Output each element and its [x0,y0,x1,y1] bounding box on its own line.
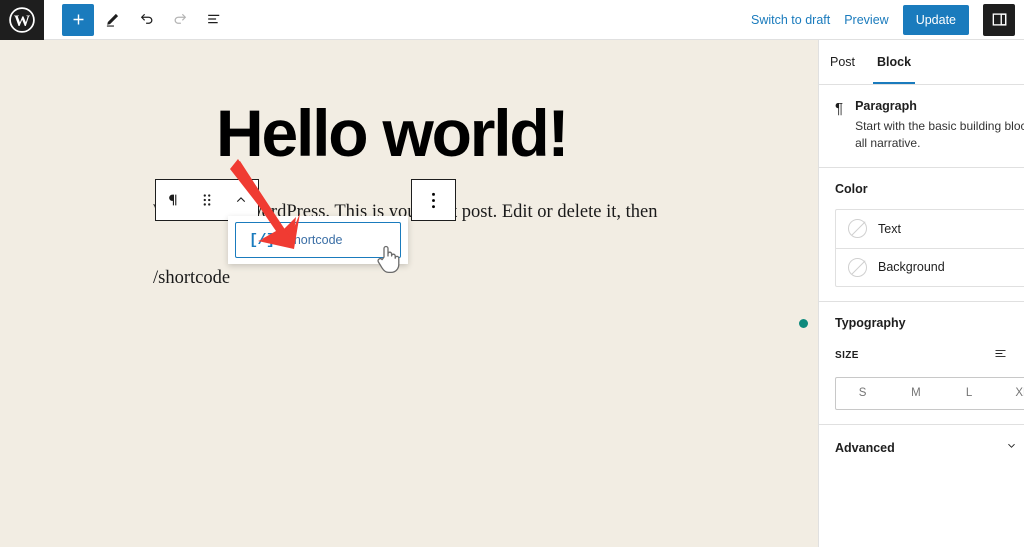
font-size-option-l-label: L [966,387,972,399]
font-size-option-xl-label: XL [1015,387,1024,399]
drag-dots-icon [200,192,214,208]
color-row-background[interactable]: Background [836,248,1024,286]
tab-post-label: Post [830,55,855,69]
list-view-icon [205,10,224,29]
custom-size-icon[interactable] [993,346,1008,366]
settings-sidebar-toggle[interactable] [983,4,1015,36]
font-size-option-m[interactable]: M [889,378,942,409]
paragraph-block-icon: ¶ [835,99,843,153]
list-view-button[interactable] [198,4,230,36]
typography-section: Typography SIZE S M L [819,302,1024,425]
block-card-section: ¶ Paragraph Start with the basic buildin… [819,85,1024,168]
redo-arrow-icon [171,10,190,29]
advanced-section-label: Advanced [835,441,895,455]
slash-command-text[interactable]: /shortcode [153,268,230,289]
text-color-swatch-icon [848,219,867,238]
color-options-list: Text Background [835,209,1024,287]
background-color-swatch-icon [848,258,867,277]
color-section: Color Text Background [819,168,1024,302]
top-bar-tools [44,4,230,36]
move-up-button[interactable] [224,180,258,220]
font-size-header: SIZE [835,346,1008,366]
post-title[interactable]: Hello world! [216,100,567,166]
font-size-option-s-label: S [859,387,867,399]
vertical-ellipsis-icon [431,191,436,210]
slash-option-label: Shortcode [286,233,343,247]
sidebar-panel-icon [990,10,1009,29]
editor-top-bar: W [0,0,1024,40]
font-size-option-s[interactable]: S [836,378,889,409]
color-row-text[interactable]: Text [836,210,1024,248]
top-bar-actions: Switch to draft Preview Update [751,4,1024,36]
switch-to-draft-button[interactable]: Switch to draft [751,13,830,27]
block-options-button[interactable] [411,179,456,221]
color-row-background-label: Background [878,260,945,274]
undo-arrow-icon [137,10,156,29]
add-block-button[interactable] [62,4,94,36]
font-size-option-xl[interactable]: XL [996,378,1024,409]
svg-text:W: W [14,11,30,29]
chevron-up-icon [233,192,249,208]
mouse-cursor-pointer [376,243,402,275]
font-size-label: SIZE [835,350,859,361]
block-toolbar [155,179,259,221]
advanced-section-toggle[interactable]: Advanced [819,425,1024,471]
font-size-picker: S M L XL [835,377,1024,410]
font-size-option-l[interactable]: L [943,378,996,409]
pencil-icon [103,11,121,29]
block-card: ¶ Paragraph Start with the basic buildin… [835,99,1008,153]
typography-section-heading: Typography [835,316,1008,330]
editor-canvas[interactable]: Hello world! Welcome to WordPress. This … [0,40,818,547]
chevron-down-icon [1005,439,1018,457]
pilcrow-icon [165,192,181,208]
wordpress-block-editor: W [0,0,1024,547]
block-card-title: Paragraph [855,99,1024,113]
shortcode-icon: [/] [249,232,275,249]
block-type-paragraph-button[interactable] [156,180,190,220]
tab-block[interactable]: Block [866,40,922,84]
wordpress-logo-icon[interactable]: W [0,0,44,40]
status-dot [799,319,808,328]
tab-post[interactable]: Post [819,40,866,84]
block-card-description-line1: Start with the basic building block [855,118,1024,135]
update-button[interactable]: Update [903,5,969,35]
preview-button[interactable]: Preview [844,13,888,27]
edit-mode-button[interactable] [96,4,128,36]
redo-button[interactable] [164,4,196,36]
tab-block-label: Block [877,55,911,69]
block-card-description-line2: all narrative. [855,135,1024,152]
font-size-option-m-label: M [911,387,921,399]
drag-handle[interactable] [190,180,224,220]
settings-sidebar: Post Block ¶ Paragraph Start with the ba… [818,40,1024,547]
sidebar-tabs: Post Block [819,40,1024,85]
undo-button[interactable] [130,4,162,36]
plus-icon [70,11,87,28]
color-section-heading: Color [835,182,1008,196]
color-row-text-label: Text [878,222,901,236]
